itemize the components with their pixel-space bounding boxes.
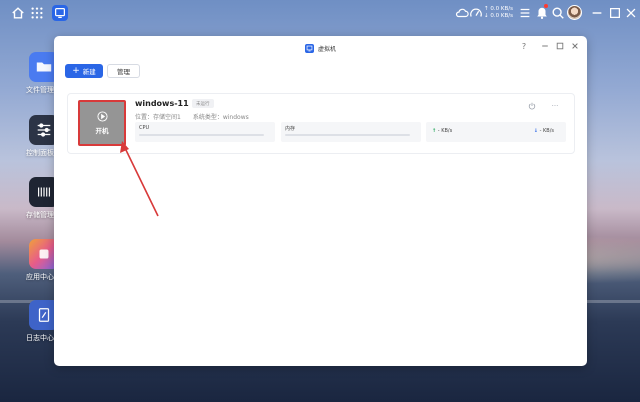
vm-name: windows-11 [135,99,189,108]
top-bar: ↑ 0.0 KB/s ↓ 0.0 KB/s [0,0,640,26]
net-upload-value: - KB/s [437,128,453,134]
apps-grid-icon[interactable] [29,5,45,21]
os-value: windows [222,114,249,121]
minimize-all-icon[interactable] [589,5,605,21]
notification-dot [544,4,548,8]
close-icon[interactable] [623,5,639,21]
cpu-metric: CPU [135,122,275,142]
new-vm-button-label: 新建 [82,68,96,76]
user-avatar[interactable] [567,5,582,20]
vm-meta: 位置：存储空间1 系统类型：windows [135,112,249,121]
cpu-usage-bar [139,134,264,136]
arrow-up-icon: ↑ [432,128,437,134]
arrow-down-icon: ↓ [533,128,538,134]
speed-gauge-icon[interactable] [468,5,484,21]
network-speed: ↑ 0.0 KB/s ↓ 0.0 KB/s [484,6,513,20]
status-badge: 未运行 [192,99,214,108]
power-on-button[interactable]: 开机 [78,100,126,146]
window-title-bar: 虚拟机 [54,41,587,55]
window-minimize-icon[interactable] [540,41,550,51]
window-maximize-icon[interactable] [555,41,565,51]
manage-button[interactable]: 管理 [107,64,140,78]
virtual-machine-window: 虚拟机 ? + 新建 管理 开机 windows-11 未运行 位置：存储空间1… [54,36,587,366]
upload-speed: ↑ 0.0 KB/s [484,6,513,12]
power-icon[interactable] [527,101,537,111]
memory-metric: 内存 [281,122,421,142]
virtual-machine-app-icon[interactable] [52,5,68,21]
cpu-label: CPU [139,125,150,131]
new-vm-button[interactable]: + 新建 [65,64,103,78]
search-icon[interactable] [550,5,566,21]
maximize-icon[interactable] [607,5,623,21]
home-icon[interactable] [10,5,26,21]
network-metric: ↑ - KB/s ↓ - KB/s [426,122,566,142]
net-download: ↓ - KB/s [534,128,554,134]
window-close-icon[interactable] [570,41,580,51]
os-label: 系统类型： [192,114,223,121]
location-label: 位置： [135,114,154,121]
memory-label: 内存 [285,126,296,132]
power-on-label: 开机 [95,127,109,135]
download-speed: ↓ 0.0 KB/s [484,13,513,19]
more-options-icon[interactable]: ··· [550,101,560,111]
vm-card: 开机 windows-11 未运行 位置：存储空间1 系统类型：windows ·… [67,93,575,154]
net-download-value: - KB/s [539,128,554,134]
play-icon [96,111,108,122]
task-list-icon[interactable] [517,5,533,21]
window-title: 虚拟机 [317,45,336,53]
notification-bell-icon[interactable] [534,5,550,21]
location-value: 存储空间1 [153,114,181,121]
net-upload: ↑ - KB/s [432,128,452,134]
virtual-machine-logo-icon [304,43,314,53]
help-icon[interactable]: ? [519,41,529,51]
plus-icon: + [72,65,80,76]
memory-usage-bar [285,134,410,136]
